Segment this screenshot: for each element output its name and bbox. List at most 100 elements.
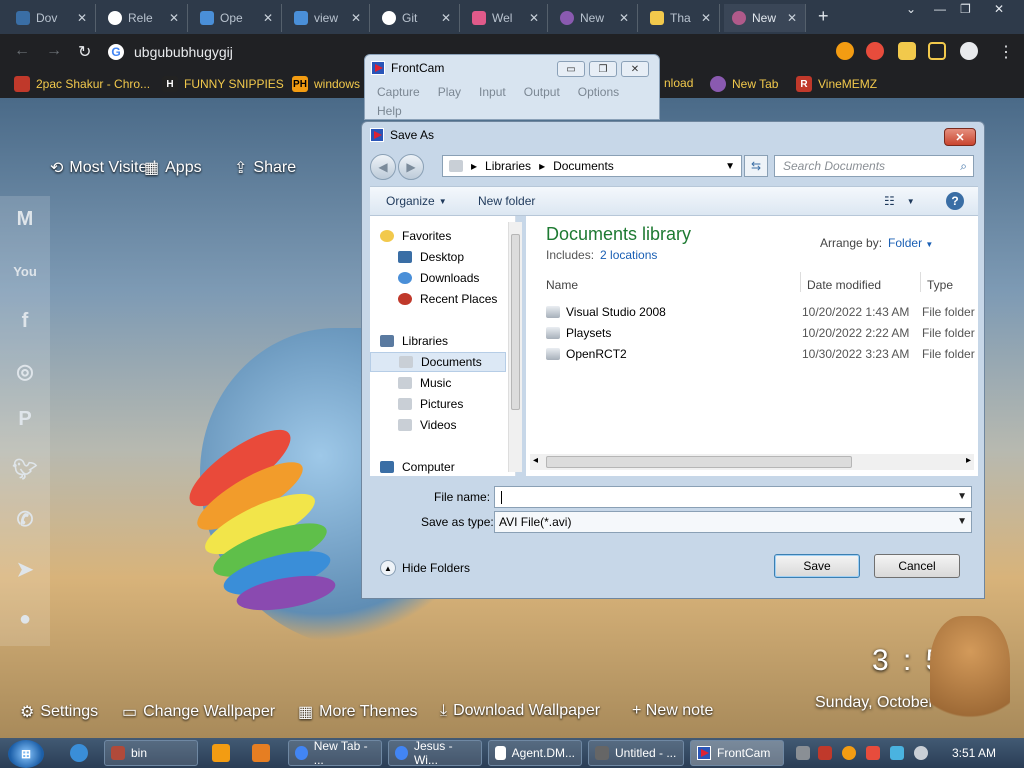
tray-icon[interactable] — [818, 746, 832, 760]
bookmark-2pac[interactable]: 2pac Shakur - Chro... — [14, 76, 150, 92]
browser-tab-5[interactable]: Git ✕ — [374, 4, 460, 32]
browser-tab-3[interactable]: Ope ✕ — [192, 4, 282, 32]
tray-icon[interactable] — [842, 746, 856, 760]
telegram-icon[interactable]: ➤ — [8, 554, 42, 584]
reload-icon[interactable]: ↻ — [78, 42, 91, 62]
browser-tab-6[interactable]: Wel ✕ — [464, 4, 548, 32]
browser-tab-active[interactable]: New ✕ — [724, 4, 806, 32]
refresh-button[interactable]: ⇆ — [744, 155, 768, 177]
nav-documents[interactable]: Documents — [370, 352, 506, 372]
nav-desktop[interactable]: Desktop — [398, 247, 464, 267]
whatsapp-icon[interactable]: ✆ — [8, 504, 42, 534]
close-icon[interactable]: ✕ — [441, 11, 451, 25]
close-icon[interactable]: ✕ — [701, 11, 711, 25]
close-icon[interactable]: ✕ — [994, 2, 1004, 16]
close-icon[interactable]: ✕ — [351, 11, 361, 25]
apps-link[interactable]: ▦ Apps — [144, 158, 202, 178]
pinterest-icon[interactable]: P — [8, 404, 42, 434]
volume-icon[interactable] — [914, 746, 928, 760]
chevron-down-icon[interactable]: ⌄ — [906, 2, 916, 16]
change-wallpaper-link[interactable]: ▭ Change Wallpaper — [122, 702, 275, 722]
close-icon[interactable]: ✕ — [619, 11, 629, 25]
download-wallpaper-link[interactable]: ⤓ Download Wallpaper — [440, 702, 600, 720]
forward-arrow-icon[interactable]: → — [46, 42, 62, 60]
column-header-name[interactable]: Name — [546, 278, 578, 292]
breadcrumb-libraries[interactable]: Libraries — [485, 159, 531, 173]
browser-tab-4[interactable]: view ✕ — [286, 4, 370, 32]
bookmark-windows[interactable]: PH windows — [292, 76, 360, 92]
profile-avatar[interactable] — [960, 42, 978, 60]
nav-libraries[interactable]: Libraries — [380, 331, 448, 351]
menu-output[interactable]: Output — [524, 83, 560, 102]
scrollbar-thumb[interactable] — [546, 456, 852, 468]
gmail-icon[interactable]: M — [8, 204, 42, 234]
back-button[interactable]: ◀ — [370, 154, 396, 180]
chevron-down-icon[interactable]: ▼ — [725, 161, 735, 172]
horizontal-scrollbar[interactable]: ◂ ▸ — [530, 454, 974, 470]
reddit-icon[interactable]: ● — [8, 604, 42, 634]
forward-button[interactable]: ▶ — [398, 154, 424, 180]
nav-recent-places[interactable]: Recent Places — [398, 289, 497, 309]
search-input[interactable]: Search Documents ⌕ — [774, 155, 974, 177]
menu-options[interactable]: Options — [578, 83, 619, 102]
tray-icon[interactable] — [796, 746, 810, 760]
bookmark-funny-snippies[interactable]: H FUNNY SNIPPIES — [162, 76, 284, 92]
restore-icon[interactable]: ❐ — [960, 2, 971, 16]
app-icon[interactable] — [252, 744, 270, 762]
settings-link[interactable]: ⚙ Settings — [20, 702, 98, 722]
maximize-button[interactable]: ❐ — [589, 61, 617, 77]
nav-downloads[interactable]: Downloads — [398, 268, 479, 288]
back-arrow-icon[interactable]: ← — [14, 42, 30, 60]
nav-music[interactable]: Music — [398, 373, 451, 393]
extension-icon[interactable] — [866, 42, 884, 60]
close-icon[interactable]: ✕ — [529, 11, 539, 25]
menu-capture[interactable]: Capture — [377, 83, 420, 102]
includes-locations-link[interactable]: 2 locations — [600, 248, 657, 262]
hide-folders-toggle[interactable]: ▲ Hide Folders — [380, 560, 470, 576]
instagram-icon[interactable]: ◎ — [8, 356, 42, 386]
file-row[interactable]: Visual Studio 2008 10/20/2022 1:43 AM File… — [546, 302, 976, 322]
bookmark-new-tab[interactable]: New Tab — [710, 76, 778, 92]
nav-favorites[interactable]: Favorites — [380, 226, 451, 246]
nav-videos[interactable]: Videos — [398, 415, 456, 435]
breadcrumb-documents[interactable]: Documents — [553, 159, 614, 173]
chevron-right-icon[interactable]: ▸ — [966, 455, 971, 466]
browser-tab-1[interactable]: Dov ✕ — [8, 4, 96, 32]
chevron-down-icon[interactable]: ▼ — [957, 491, 967, 502]
file-row[interactable]: OpenRCT2 10/30/2022 3:23 AM File folder — [546, 344, 976, 364]
arrange-by-dropdown[interactable]: Folder ▼ — [888, 236, 933, 250]
close-icon[interactable]: ✕ — [77, 11, 87, 25]
twitter-icon[interactable]: 🐦︎ — [8, 454, 42, 484]
file-name-input[interactable]: ▼ — [494, 486, 972, 508]
minimize-button[interactable]: ▭ — [557, 61, 585, 77]
close-icon[interactable]: ✕ — [787, 11, 797, 25]
scrollbar-thumb[interactable] — [511, 234, 520, 410]
most-visited-link[interactable]: ⟲ Most Visited — [50, 158, 156, 178]
minimize-icon[interactable]: — — [934, 2, 946, 16]
bookmark-vinememz[interactable]: R VineMEMZ — [796, 76, 877, 92]
cancel-button[interactable]: Cancel — [874, 554, 960, 578]
network-icon[interactable] — [890, 746, 904, 760]
start-button[interactable]: ⊞ — [8, 740, 44, 768]
media-player-icon[interactable] — [212, 744, 230, 762]
browser-tab-2[interactable]: Rele ✕ — [100, 4, 188, 32]
help-icon[interactable]: ? — [946, 192, 964, 210]
nav-scrollbar[interactable] — [508, 222, 522, 472]
close-icon[interactable]: ✕ — [169, 11, 179, 25]
nav-pictures[interactable]: Pictures — [398, 394, 463, 414]
breadcrumb-bar[interactable]: ▸ Libraries ▸ Documents ▼ — [442, 155, 742, 177]
new-folder-button[interactable]: New folder — [478, 194, 535, 208]
bookmark-download[interactable]: nload — [664, 76, 693, 90]
organize-button[interactable]: Organize ▼ — [386, 194, 447, 208]
more-themes-link[interactable]: ▦ More Themes — [298, 702, 418, 722]
taskbar-item-untitled[interactable]: Untitled - ... — [588, 740, 684, 766]
puzzle-icon[interactable] — [898, 42, 916, 60]
menu-dots-icon[interactable]: ⋮ — [998, 42, 1014, 62]
taskbar-item-jesus[interactable]: Jesus - Wi... — [388, 739, 482, 767]
save-as-type-select[interactable]: AVI File(*.avi) ▼ — [494, 511, 972, 533]
column-header-type[interactable]: Type — [927, 278, 953, 292]
browser-tab-7[interactable]: New ✕ — [552, 4, 638, 32]
browser-tab-8[interactable]: Tha ✕ — [642, 4, 720, 32]
address-bar[interactable]: G ubgububhugygij — [108, 40, 358, 64]
column-separator[interactable] — [800, 272, 801, 292]
